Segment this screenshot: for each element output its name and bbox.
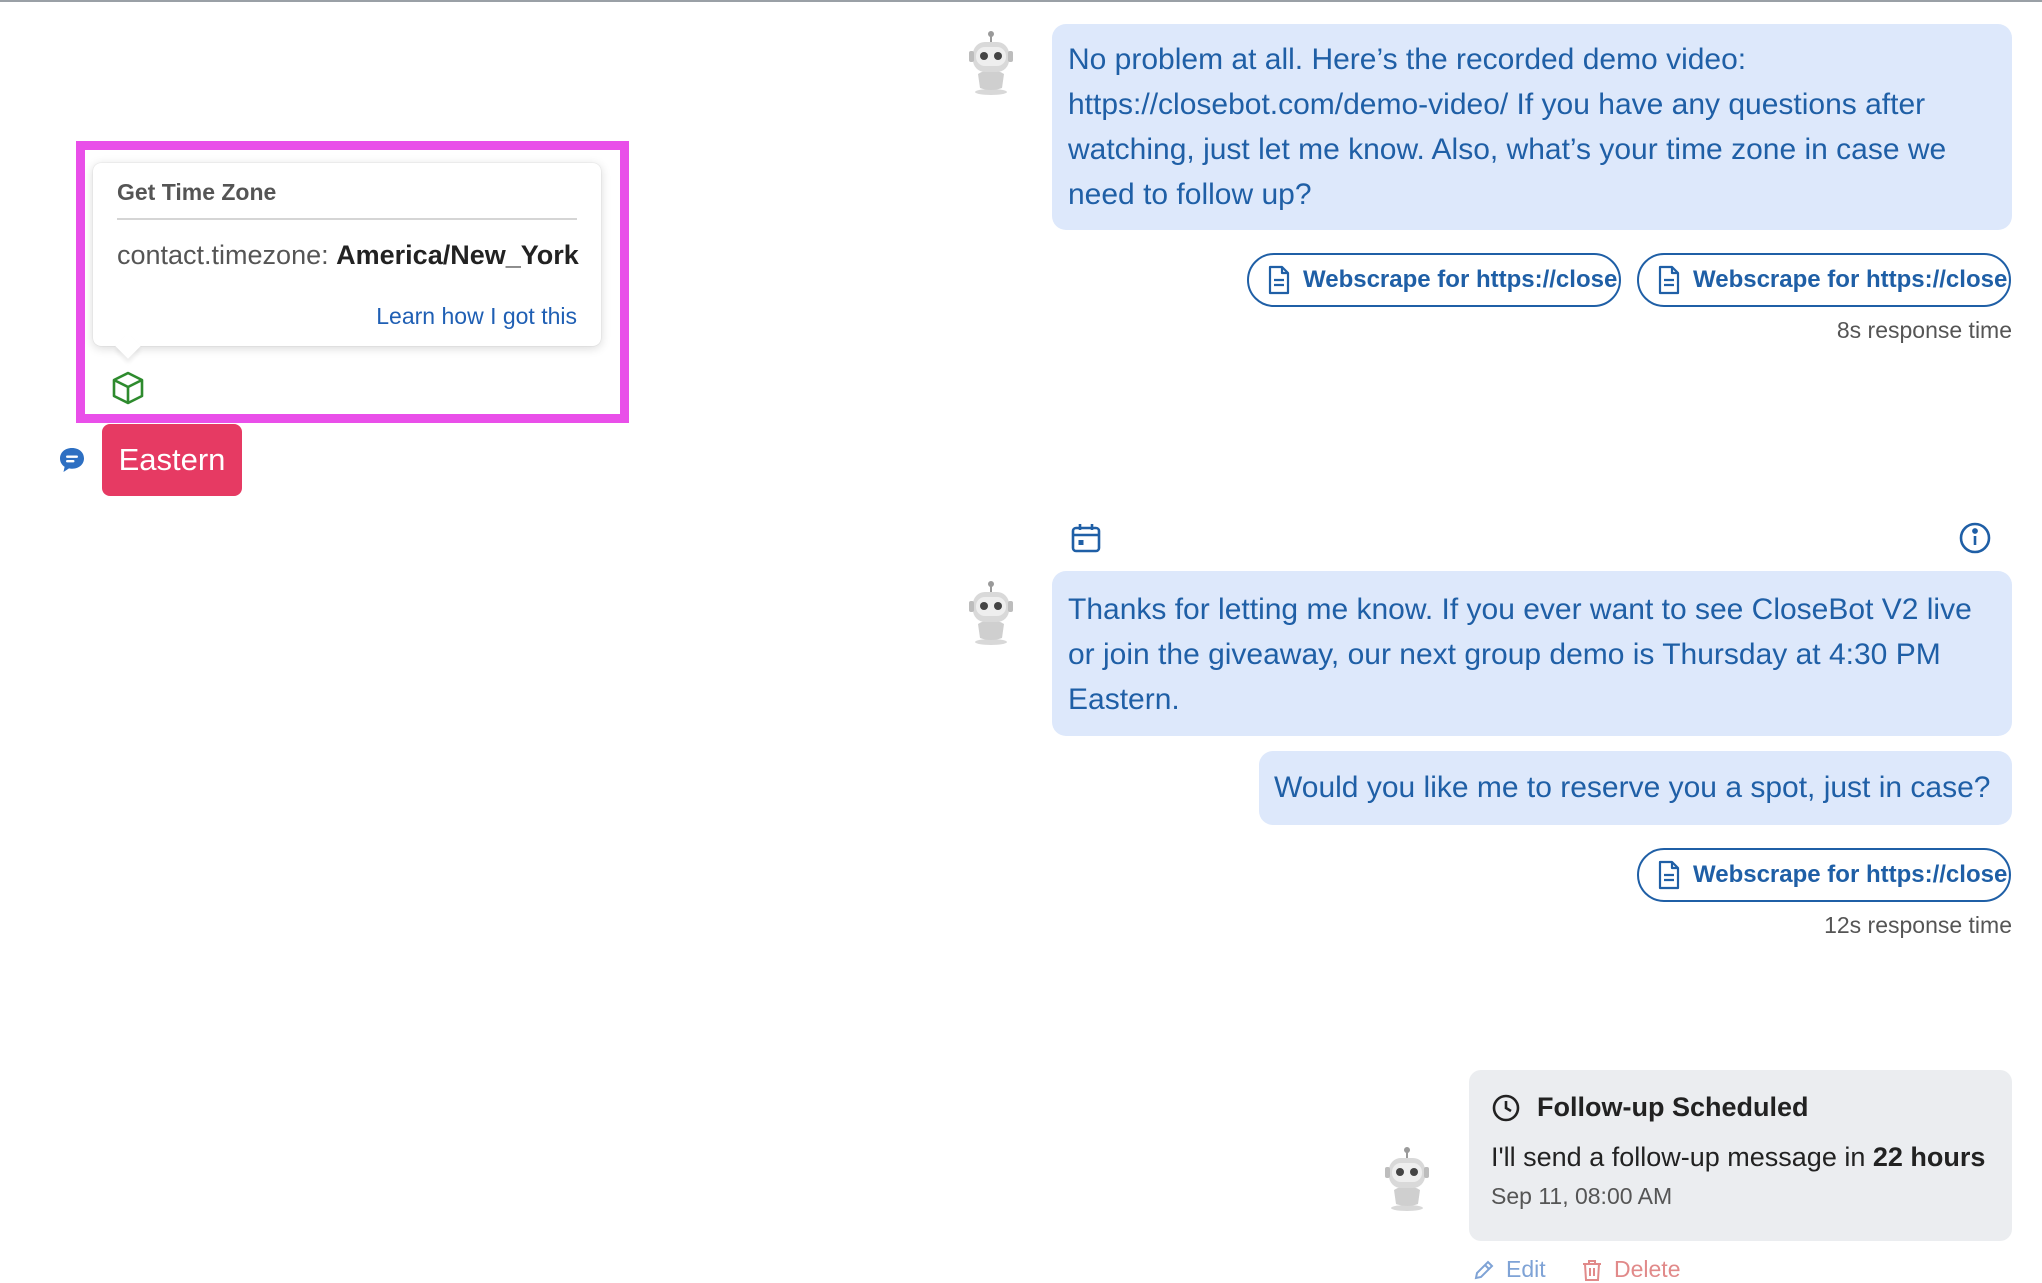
delete-button[interactable]: Delete	[1580, 1256, 1680, 1283]
source-chip[interactable]: Webscrape for https://closebot.com	[1637, 253, 2011, 307]
document-icon	[1658, 265, 1680, 295]
chat-bubble-icon	[60, 448, 84, 472]
tooltip-title: Get Time Zone	[117, 179, 577, 220]
bot-message-bubble: Would you like me to reserve you a spot,…	[1259, 751, 2012, 825]
followup-card: Follow-up Scheduled I'll send a follow-u…	[1469, 1070, 2012, 1241]
response-time: 12s response time	[1824, 912, 2012, 938]
source-chip[interactable]: Webscrape for https://closebot.com	[1637, 848, 2011, 902]
tooltip-key: contact.timezone:	[117, 240, 329, 270]
time-zone-tooltip: Get Time Zone contact.timezone: America/…	[93, 163, 601, 346]
top-border	[0, 0, 2042, 2]
response-time: 8s response time	[1836, 317, 2012, 343]
edit-button[interactable]: Edit	[1472, 1256, 1546, 1283]
document-icon	[1268, 265, 1290, 295]
bot-avatar-icon	[1385, 1147, 1429, 1211]
source-chip-label: Webscrape for https://closebot.com	[1693, 861, 2009, 888]
bot-avatar-icon	[969, 31, 1013, 95]
source-chip-label: Webscrape for https://closebot.com	[1693, 266, 2009, 293]
followup-body-text: I'll send a follow-up message in	[1491, 1142, 1873, 1172]
followup-title: Follow-up Scheduled	[1537, 1092, 1809, 1122]
followup-body: I'll send a follow-up message in 22 hour…	[1491, 1142, 1990, 1173]
trash-icon	[1583, 1259, 1601, 1281]
learn-how-link[interactable]: Learn how I got this	[376, 303, 577, 330]
bot-message-bubble: No problem at all. Here’s the recorded d…	[1052, 24, 2012, 230]
followup-delay: 22 hours	[1872, 1142, 1986, 1172]
delete-label: Delete	[1614, 1256, 1681, 1282]
source-chip[interactable]: Webscrape for https://closebot.com	[1247, 253, 1621, 307]
bot-message-bubble: Thanks for letting me know. If you ever …	[1052, 571, 2012, 736]
info-icon[interactable]	[1958, 521, 1992, 555]
document-icon	[1658, 860, 1680, 890]
clock-icon	[1492, 1094, 1520, 1121]
calendar-icon[interactable]	[1070, 522, 1102, 554]
cube-icon[interactable]	[110, 370, 146, 406]
edit-label: Edit	[1506, 1256, 1546, 1282]
bot-avatar-icon	[969, 581, 1013, 645]
followup-header: Follow-up Scheduled	[1491, 1092, 1990, 1123]
source-chip-label: Webscrape for https://closebot.com	[1303, 266, 1619, 293]
tooltip-variable: contact.timezone: America/New_York	[117, 240, 579, 271]
followup-date: Sep 11, 08:00 AM	[1491, 1183, 1673, 1209]
user-message-bubble: Eastern	[102, 424, 242, 496]
tooltip-value: America/New_York	[336, 240, 579, 270]
pencil-icon	[1474, 1260, 1494, 1279]
